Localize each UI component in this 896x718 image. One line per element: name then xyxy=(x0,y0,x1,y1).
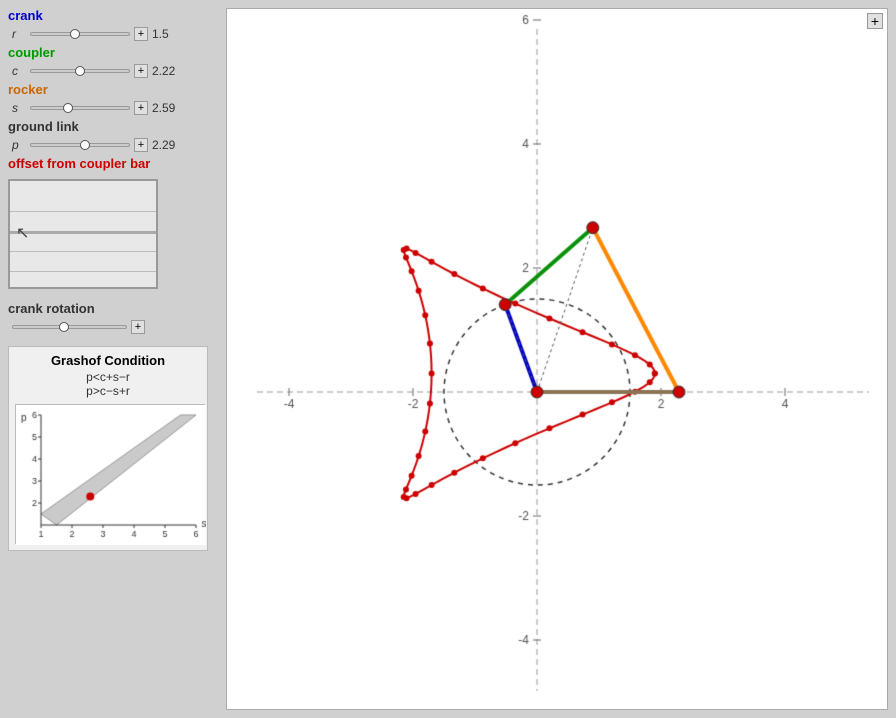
rocker-value: 2.59 xyxy=(152,101,182,115)
rocker-label: rocker xyxy=(8,82,218,97)
crank-rotation-plus-btn[interactable]: + xyxy=(131,320,145,334)
offset-tick-2 xyxy=(10,251,156,252)
coupler-slider-thumb[interactable] xyxy=(75,66,85,76)
coupler-var-label: c xyxy=(12,64,26,78)
coupler-plus-btn[interactable]: + xyxy=(134,64,148,78)
coupler-slider[interactable] xyxy=(30,69,130,73)
grashof-cond1: p<c+s−r xyxy=(15,370,201,384)
crank-rotation-thumb[interactable] xyxy=(59,322,69,332)
offset-line xyxy=(10,231,156,234)
crank-slider-row: r + 1.5 xyxy=(12,27,218,41)
crank-rotation-slider-row: + xyxy=(12,320,218,334)
crank-slider[interactable] xyxy=(30,32,130,36)
coupler-slider-row: c + 2.22 xyxy=(12,64,218,78)
grashof-title: Grashof Condition xyxy=(15,353,201,368)
grashof-box: Grashof Condition p<c+s−r p>c−s+r xyxy=(8,346,208,551)
left-panel: crank r + 1.5 coupler c + 2.22 rocker s xyxy=(8,8,218,710)
main-container: crank r + 1.5 coupler c + 2.22 rocker s xyxy=(0,0,896,718)
corner-plus-btn[interactable]: + xyxy=(867,13,883,29)
grashof-cond2: p>c−s+r xyxy=(15,384,201,398)
offset-cursor: ↖ xyxy=(16,223,29,243)
rocker-plus-btn[interactable]: + xyxy=(134,101,148,115)
right-panel: + xyxy=(226,8,888,710)
offset-label: offset from coupler bar xyxy=(8,156,218,171)
ground-slider-thumb[interactable] xyxy=(80,140,90,150)
ground-label: ground link xyxy=(8,119,218,134)
grashof-canvas xyxy=(16,405,206,545)
crank-plus-btn[interactable]: + xyxy=(134,27,148,41)
crank-rotation-label: crank rotation xyxy=(8,301,218,316)
grashof-chart xyxy=(15,404,205,544)
crank-label: crank xyxy=(8,8,218,23)
crank-rotation-slider[interactable] xyxy=(12,325,127,329)
ground-value: 2.29 xyxy=(152,138,182,152)
rocker-slider-thumb[interactable] xyxy=(63,103,73,113)
coupler-value: 2.22 xyxy=(152,64,182,78)
crank-var-label: r xyxy=(12,27,26,41)
crank-value: 1.5 xyxy=(152,27,182,41)
offset-tick-3 xyxy=(10,271,156,272)
rocker-var-label: s xyxy=(12,101,26,115)
ground-slider[interactable] xyxy=(30,143,130,147)
ground-plus-btn[interactable]: + xyxy=(134,138,148,152)
offset-tick-1 xyxy=(10,211,156,212)
main-canvas[interactable] xyxy=(227,9,888,710)
rocker-slider[interactable] xyxy=(30,106,130,110)
coupler-label: coupler xyxy=(8,45,218,60)
crank-slider-thumb[interactable] xyxy=(70,29,80,39)
offset-box[interactable]: ↖ xyxy=(8,179,158,289)
rocker-slider-row: s + 2.59 xyxy=(12,101,218,115)
ground-slider-row: p + 2.29 xyxy=(12,138,218,152)
ground-var-label: p xyxy=(12,138,26,152)
